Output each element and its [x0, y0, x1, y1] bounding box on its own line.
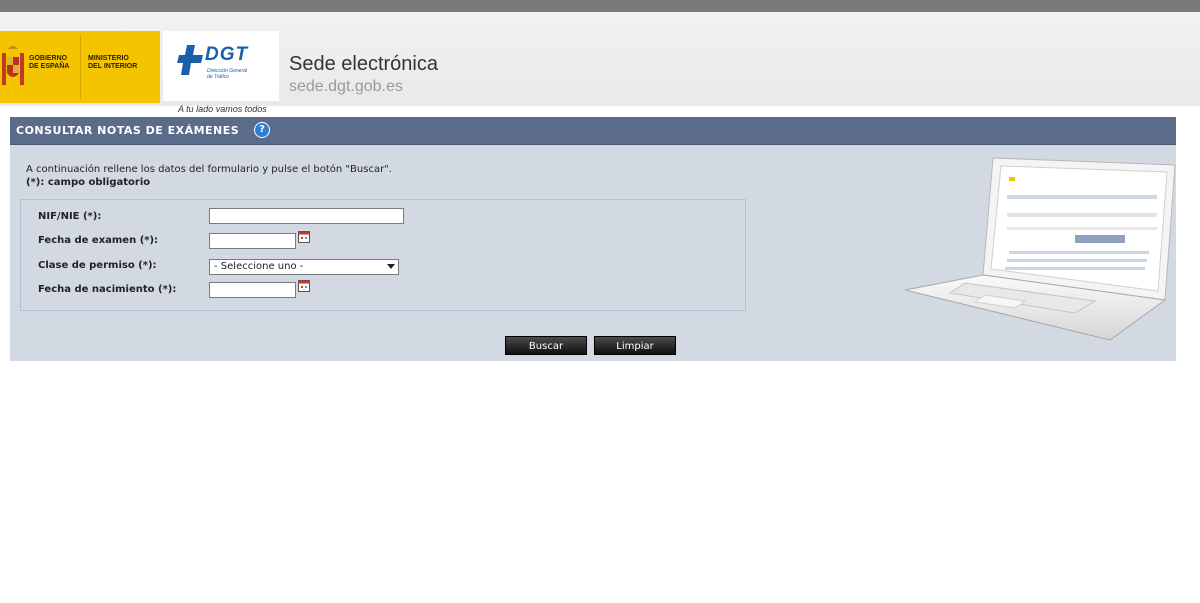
search-button[interactable]: Buscar: [505, 336, 587, 355]
calendar-icon[interactable]: [298, 231, 310, 243]
slogan: A tu lado vamos todos: [178, 104, 267, 114]
coat-of-arms-icon: [2, 46, 24, 85]
gobierno-label: GOBIERNO DE ESPAÑA: [29, 55, 70, 70]
logo-divider: [80, 35, 81, 99]
required-note: (*): campo obligatorio: [26, 177, 151, 188]
clear-button[interactable]: Limpiar: [594, 336, 676, 355]
dgt-subtitle: Dirección General de Tráfico: [207, 68, 248, 80]
license-class-selected: - Seleccione uno -: [214, 261, 304, 272]
ministerio-label: MINISTERIO DEL INTERIOR: [88, 55, 138, 70]
nif-input[interactable]: [209, 208, 404, 224]
dgt-logo[interactable]: DGT Dirección General de Tráfico: [163, 31, 279, 101]
intro-text: A continuación rellene los datos del for…: [26, 164, 392, 175]
form-box: NIF/NIE (*): Fecha de examen (*): Clase …: [20, 199, 746, 311]
calendar-icon[interactable]: [298, 280, 310, 292]
site-url[interactable]: sede.dgt.gob.es: [289, 78, 403, 96]
exam-date-input[interactable]: [209, 233, 296, 249]
chevron-down-icon: [387, 264, 395, 269]
form-panel: A continuación rellene los datos del for…: [10, 145, 1176, 361]
help-icon[interactable]: ?: [254, 122, 270, 138]
birth-date-label: Fecha de nacimiento (*):: [38, 284, 177, 295]
exam-date-label: Fecha de examen (*):: [38, 235, 159, 246]
site-title[interactable]: Sede electrónica: [289, 53, 438, 76]
site-header: GOBIERNO DE ESPAÑA MINISTERIO DEL INTERI…: [0, 12, 1200, 114]
dgt-logo-icon: [177, 45, 203, 75]
license-class-select[interactable]: - Seleccione uno -: [209, 259, 399, 275]
page-title: CONSULTAR NOTAS DE EXÁMENES: [16, 124, 240, 137]
license-class-label: Clase de permiso (*):: [38, 260, 157, 271]
dgt-name: DGT: [205, 44, 249, 65]
nif-label: NIF/NIE (*):: [38, 211, 102, 222]
top-bar: [0, 0, 1200, 12]
laptop-illustration: [905, 157, 1176, 341]
birth-date-input[interactable]: [209, 282, 296, 298]
panel-header: CONSULTAR NOTAS DE EXÁMENES ?: [10, 117, 1176, 145]
gobierno-logo[interactable]: GOBIERNO DE ESPAÑA MINISTERIO DEL INTERI…: [0, 31, 160, 103]
